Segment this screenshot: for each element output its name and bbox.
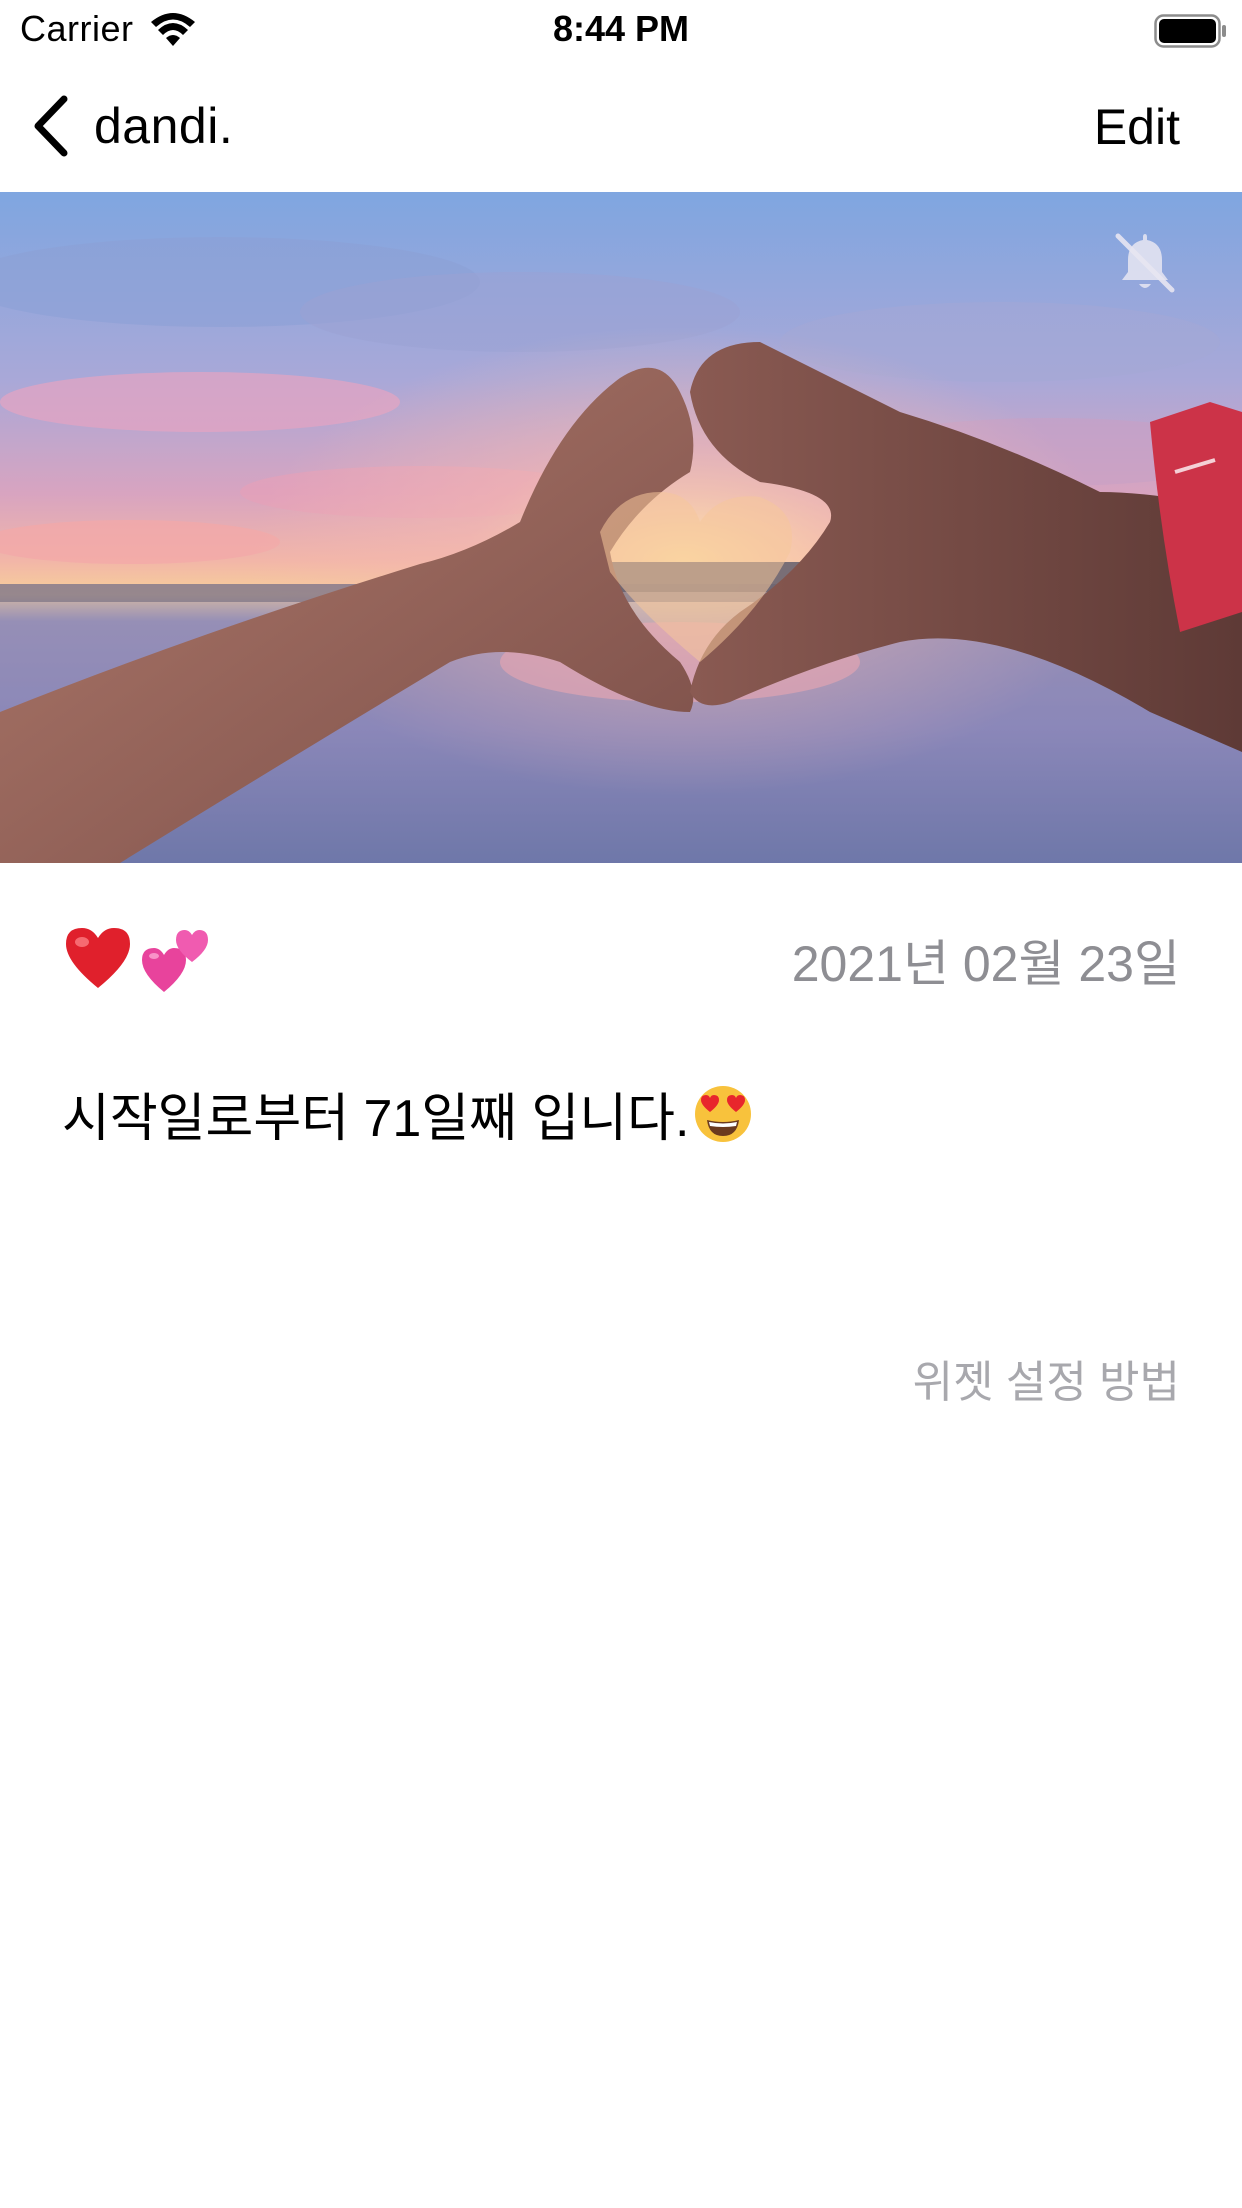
- bell-slash-icon[interactable]: [1110, 228, 1180, 298]
- two-hearts-emoji: [142, 930, 208, 992]
- heart-eyes-emoji: [695, 1085, 752, 1142]
- status-bar: Carrier 8:44 PM: [0, 0, 1242, 62]
- battery-full-icon: [1154, 14, 1226, 48]
- dday-message: 시작일로부터 71일째 입니다.: [62, 1076, 753, 1151]
- dday-message-text: 시작일로부터 71일째 입니다.: [62, 1090, 690, 1148]
- navigation-bar: dandi. Edit: [0, 62, 1242, 192]
- emoji-row: [62, 918, 212, 998]
- widget-setup-help-link[interactable]: 위젯 설정 방법: [913, 1346, 1180, 1410]
- edit-button[interactable]: Edit: [1094, 98, 1180, 156]
- red-heart-emoji: [66, 928, 130, 988]
- back-button-label: dandi.: [94, 98, 234, 154]
- clock: 8:44 PM: [552, 8, 690, 49]
- hero-photo: [0, 192, 1242, 863]
- back-button[interactable]: dandi.: [30, 90, 233, 162]
- chevron-left-icon: [34, 95, 68, 157]
- sunset-heart-hands-image: [0, 192, 1242, 863]
- dday-detail-screen: Carrier 8:44 PM dandi. Edit 2021년 02월 23…: [0, 0, 1242, 2208]
- start-date: 2021년 02월 23일: [791, 936, 1180, 992]
